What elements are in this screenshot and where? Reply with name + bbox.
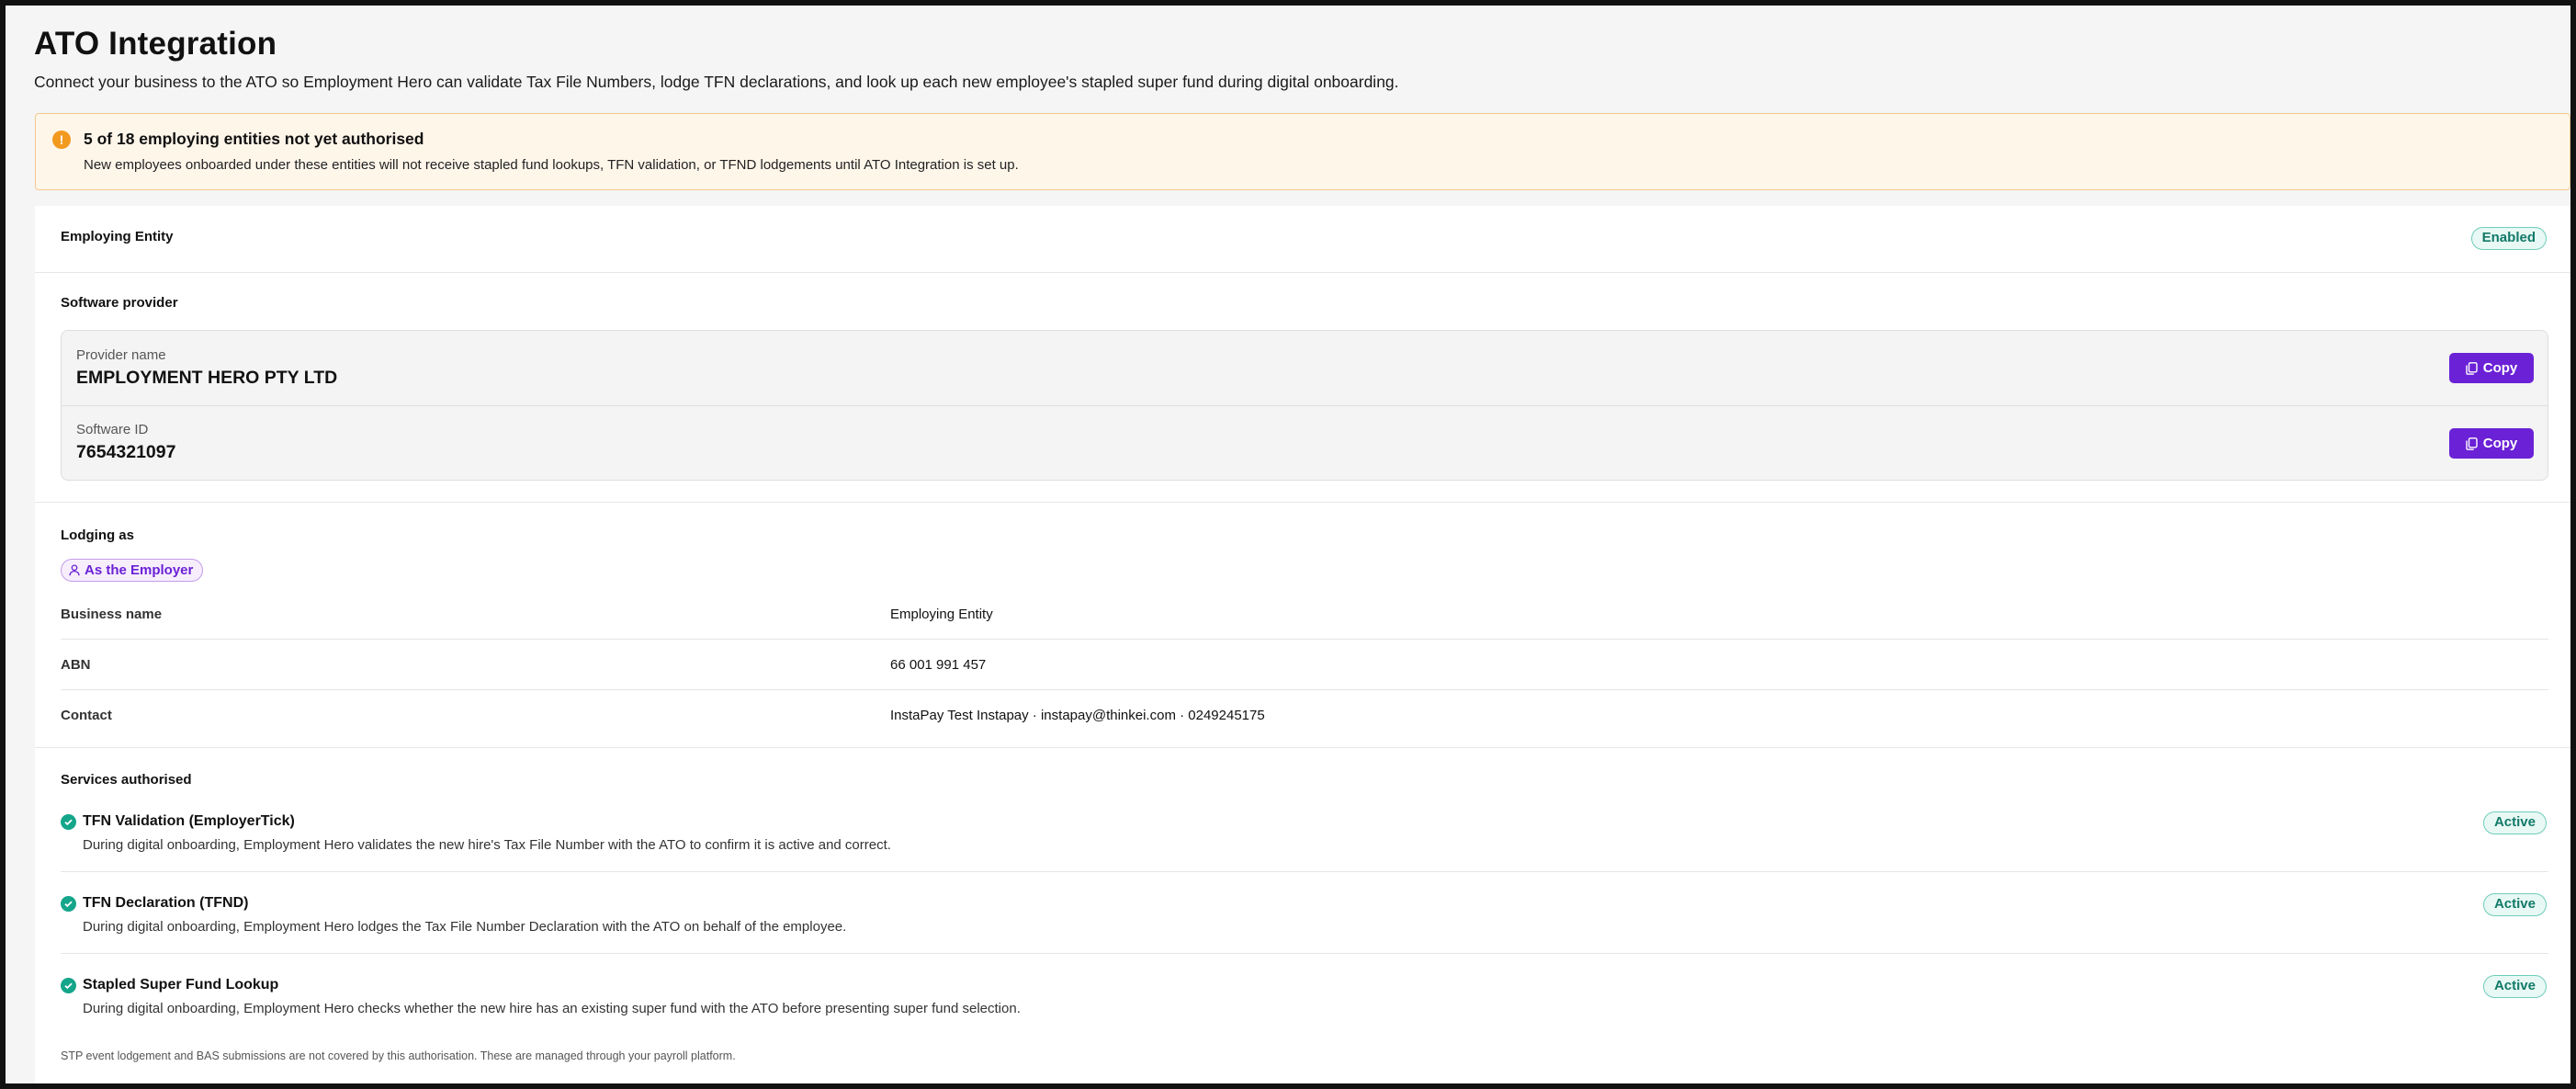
business-name-value: Employing Entity [890, 607, 993, 622]
contact-value: InstaPay Test Instapay · instapay@thinke… [890, 708, 1265, 723]
copy-button-label: Copy [2482, 436, 2518, 451]
warning-icon: ! [52, 130, 71, 149]
service-description: During digital onboarding, Employment He… [83, 837, 891, 853]
copy-button-label: Copy [2482, 360, 2518, 376]
divider [62, 405, 2548, 406]
page-subtitle: Connect your business to the ATO so Empl… [34, 73, 1399, 91]
lodging-badge-label: As the Employer [85, 562, 194, 578]
divider [61, 689, 2548, 690]
service-status-badge: Active [2482, 975, 2547, 998]
provider-name-caption: Provider name [76, 347, 166, 363]
services-label: Services authorised [61, 772, 192, 788]
check-circle-icon [61, 896, 76, 912]
contact-key: Contact [61, 708, 112, 723]
service-status-badge: Active [2482, 893, 2547, 916]
service-title: Stapled Super Fund Lookup [83, 977, 279, 993]
software-provider-label: Software provider [61, 295, 178, 311]
banner-title: 5 of 18 employing entities not yet autho… [84, 130, 424, 148]
software-id-value: 7654321097 [76, 442, 176, 462]
software-provider-box: Provider name EMPLOYMENT HERO PTY LTD Co… [61, 330, 2548, 481]
entity-label: Employing Entity [61, 229, 174, 244]
service-title: TFN Validation (EmployerTick) [83, 813, 295, 829]
abn-key: ABN [61, 657, 91, 673]
divider [61, 953, 2548, 954]
divider [35, 747, 2570, 748]
service-status-badge: Active [2482, 811, 2547, 834]
provider-name-value: EMPLOYMENT HERO PTY LTD [76, 368, 338, 388]
page-title: ATO Integration [34, 26, 277, 62]
business-name-key: Business name [61, 607, 163, 622]
copy-provider-name-button[interactable]: Copy [2449, 353, 2534, 383]
service-description: During digital onboarding, Employment He… [83, 1001, 1021, 1016]
service-description: During digital onboarding, Employment He… [83, 919, 847, 935]
app-window: ATO Integration Connect your business to… [0, 0, 2576, 1089]
warning-banner: ! 5 of 18 employing entities not yet aut… [35, 113, 2570, 190]
divider [61, 871, 2548, 872]
software-id-caption: Software ID [76, 422, 149, 437]
entity-status-badge: Enabled [2470, 227, 2547, 250]
divider [61, 639, 2548, 640]
check-circle-icon [61, 814, 76, 830]
copy-software-id-button[interactable]: Copy [2449, 428, 2534, 459]
services-footnote: STP event lodgement and BAS submissions … [61, 1049, 736, 1062]
check-circle-icon [61, 978, 76, 993]
divider [35, 272, 2570, 273]
lodging-label: Lodging as [61, 527, 134, 543]
service-title: TFN Declaration (TFND) [83, 895, 249, 911]
banner-text: New employees onboarded under these enti… [84, 157, 1019, 173]
divider [35, 502, 2570, 503]
copy-icon [2466, 437, 2478, 450]
copy-icon [2466, 361, 2478, 375]
lodging-badge: As the Employer [61, 559, 204, 582]
user-icon [69, 564, 80, 576]
abn-value: 66 001 991 457 [890, 657, 987, 673]
integration-card: Employing Entity Enabled Software provid… [35, 206, 2570, 1083]
